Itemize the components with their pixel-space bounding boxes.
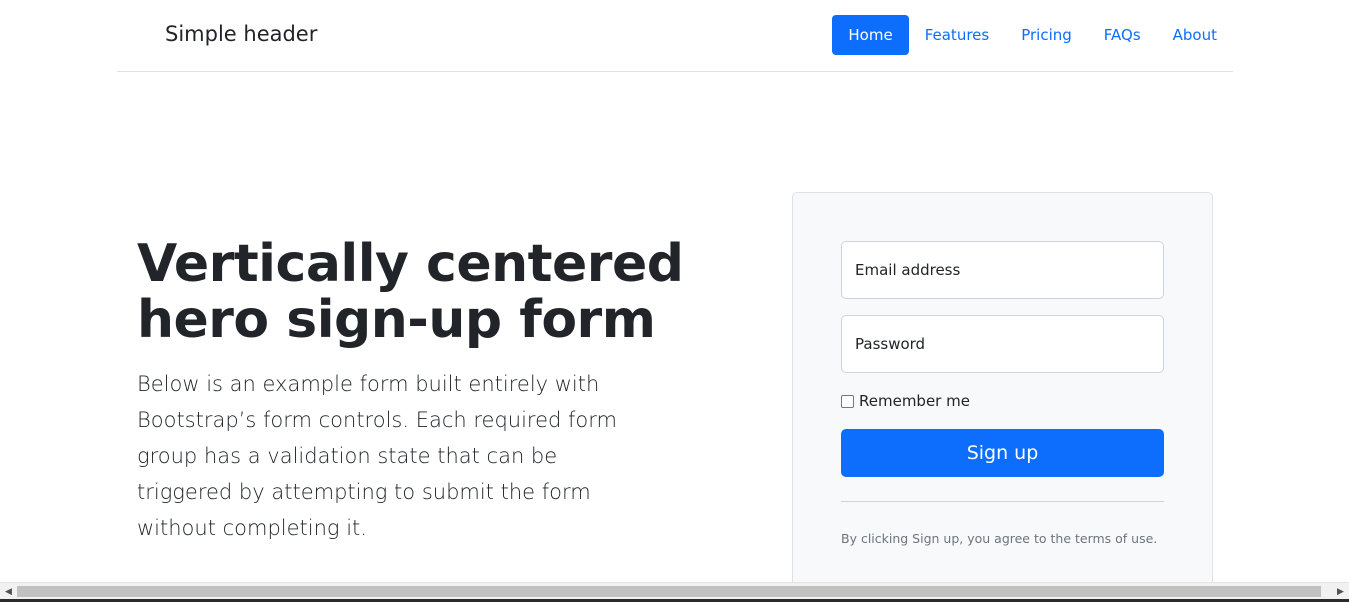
arrow-left-icon[interactable]: ◀ — [0, 583, 17, 600]
terms-text: By clicking Sign up, you agree to the te… — [841, 531, 1158, 546]
nav-pricing[interactable]: Pricing — [1005, 15, 1088, 55]
signup-form: Remember me Sign up By clicking Sign up,… — [792, 192, 1213, 592]
sign-up-button[interactable]: Sign up — [841, 429, 1164, 477]
horizontal-scrollbar[interactable]: ◀ ▶ — [0, 582, 1349, 599]
hero-lead: Below is an example form built entirely … — [137, 372, 617, 540]
email-input[interactable] — [842, 242, 1163, 298]
remember-label: Remember me — [859, 392, 970, 410]
nav-faqs[interactable]: FAQs — [1088, 15, 1157, 55]
form-divider — [841, 501, 1164, 502]
hero-title: Vertically centered hero sign-up form — [137, 234, 684, 350]
main-nav: Home Features Pricing FAQs About — [832, 15, 1233, 55]
remember-checkbox[interactable] — [841, 394, 854, 408]
site-header: Simple header Home Features Pricing FAQs… — [117, 0, 1233, 72]
nav-home[interactable]: Home — [832, 15, 909, 55]
page: Simple header Home Features Pricing FAQs… — [0, 0, 1349, 602]
scrollbar-thumb[interactable] — [17, 586, 1321, 597]
password-input[interactable] — [842, 316, 1163, 372]
email-field-wrapper — [841, 241, 1164, 299]
password-field-wrapper — [841, 315, 1164, 373]
arrow-right-icon[interactable]: ▶ — [1332, 583, 1349, 600]
nav-about[interactable]: About — [1157, 15, 1233, 55]
brand-title[interactable]: Simple header — [165, 22, 317, 46]
nav-features[interactable]: Features — [909, 15, 1006, 55]
remember-me[interactable]: Remember me — [841, 392, 970, 410]
